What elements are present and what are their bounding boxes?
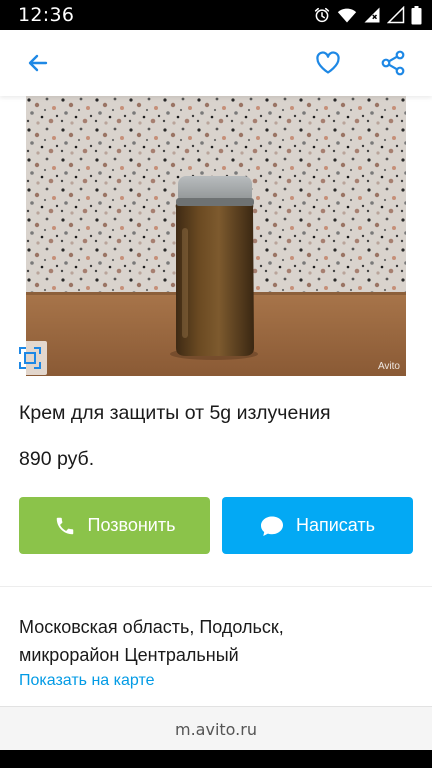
screen: 12:36 Avito Крем для защиты от 5g излуче… (0, 0, 432, 768)
write-button[interactable]: Написать (222, 497, 413, 554)
jar-photo (26, 96, 406, 376)
fullscreen-icon (19, 347, 41, 369)
phone-icon (56, 517, 73, 534)
status-bar: 12:36 (0, 0, 432, 30)
show-on-map-link[interactable]: Показать на карте (19, 672, 154, 690)
alarm-icon (314, 7, 330, 23)
call-button[interactable]: Позвонить (19, 497, 210, 554)
signal-icon (387, 6, 405, 24)
status-icons (313, 5, 422, 25)
write-button-label: Написать (295, 515, 376, 535)
wifi-icon (337, 8, 357, 23)
favorite-button[interactable] (308, 43, 348, 83)
photo-watermark: Avito (377, 361, 400, 372)
url-text: m.avito.ru (175, 719, 257, 739)
listing-price: 890 руб. (19, 448, 95, 470)
status-time: 12:36 (18, 4, 75, 26)
heart-outline-icon (316, 51, 340, 74)
listing-title: Крем для защиты от 5g излучения (19, 402, 331, 424)
address: Московская область, Подольск, микрорайон… (19, 613, 419, 669)
app-bar (0, 30, 432, 96)
section-divider (0, 586, 432, 587)
share-icon (381, 50, 405, 76)
battery-icon (411, 5, 422, 24)
address-line: микрорайон Центральный (19, 645, 239, 665)
listing-photo[interactable]: Avito (26, 96, 406, 376)
signal-icon (364, 7, 380, 23)
system-nav-bar (0, 750, 432, 768)
chat-bubble-icon (260, 516, 283, 536)
back-button[interactable] (18, 43, 58, 83)
arrow-left-icon (28, 54, 48, 72)
address-line: Московская область, Подольск, (19, 617, 284, 637)
call-button-label: Позвонить (87, 515, 176, 535)
fullscreen-button[interactable] (13, 341, 47, 375)
browser-url-bar[interactable]: m.avito.ru (0, 706, 432, 751)
share-button[interactable] (373, 43, 413, 83)
